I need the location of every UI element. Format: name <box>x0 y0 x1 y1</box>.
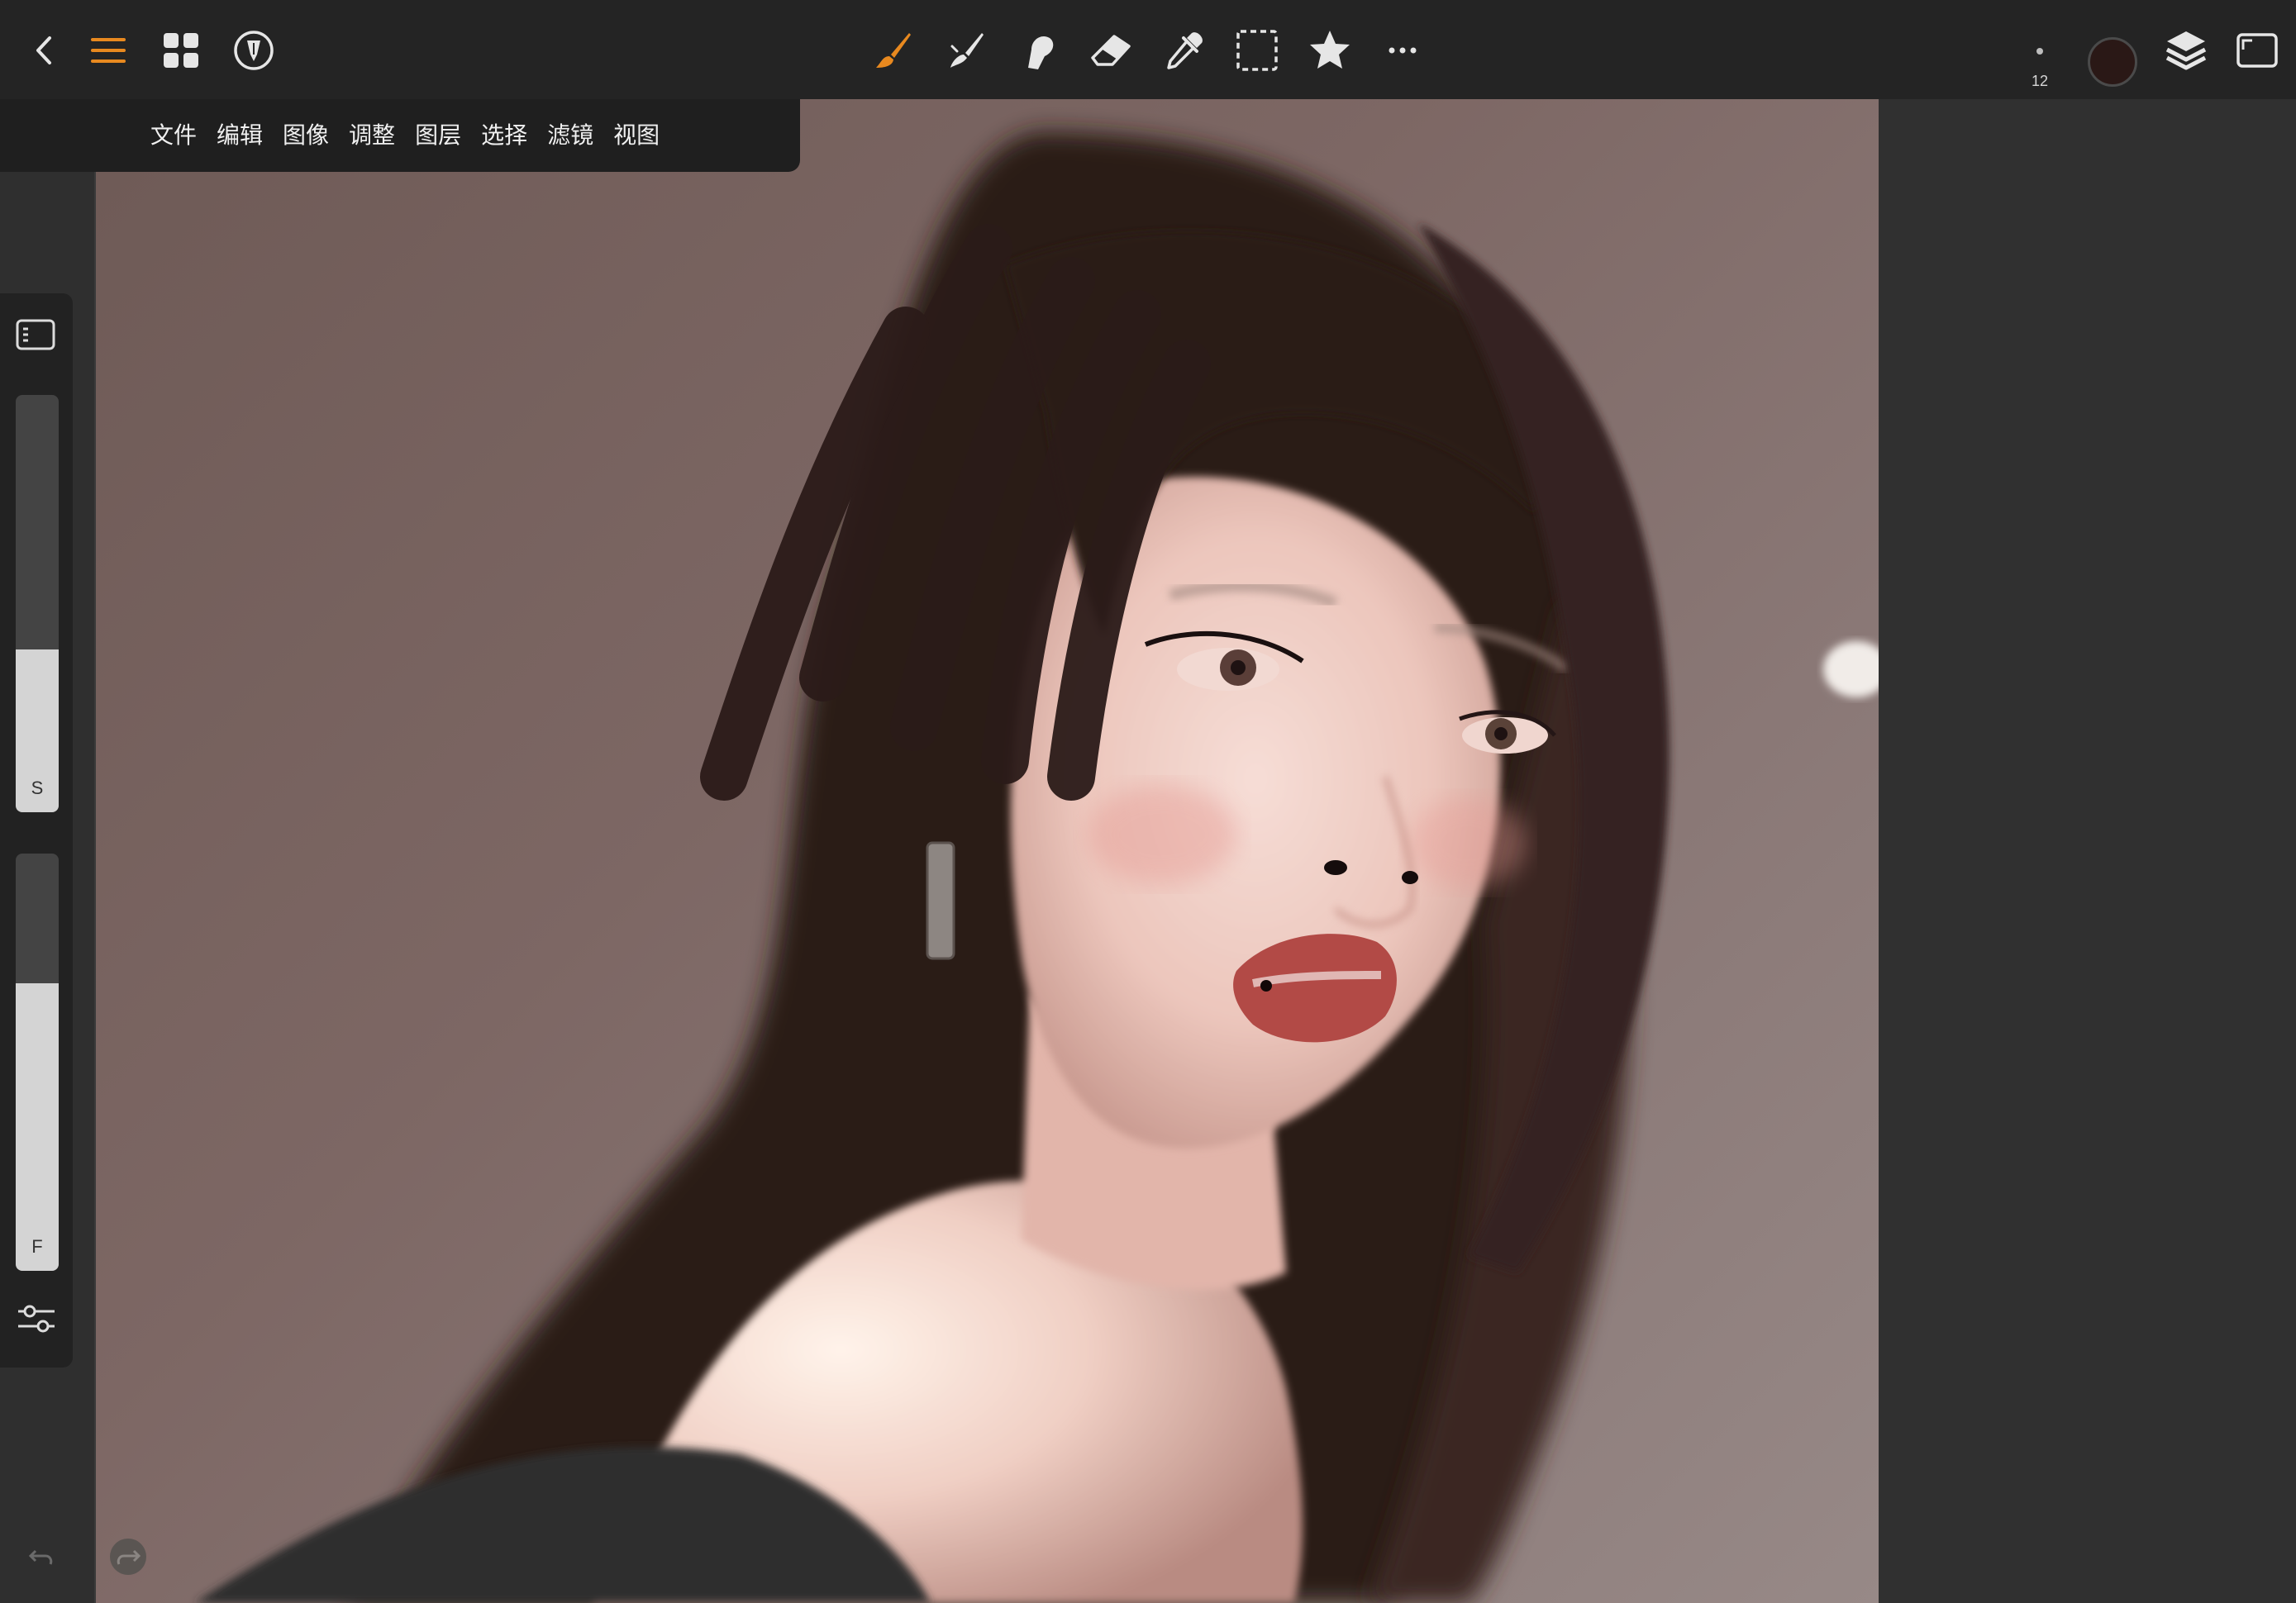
menu-item-view[interactable]: 视图 <box>603 111 669 160</box>
marquee-selection-icon <box>1236 30 1278 71</box>
smudge-icon <box>950 33 984 68</box>
eraser-icon <box>1091 35 1131 66</box>
sidebar-toggle-button[interactable] <box>15 318 58 351</box>
undo-icon <box>28 1549 53 1565</box>
menu-item-adjust[interactable]: 调整 <box>339 111 405 160</box>
size-slider[interactable]: S <box>16 395 59 812</box>
menu-item-file[interactable]: 文件 <box>141 111 207 160</box>
right-empty-panel <box>1879 99 2296 1603</box>
menu-item-filter[interactable]: 滤镜 <box>537 111 603 160</box>
favorites-tool-button[interactable] <box>1304 25 1355 76</box>
sidebar-toggle-icon <box>16 319 55 350</box>
eyedropper-icon <box>1167 32 1203 69</box>
drawing-canvas[interactable] <box>96 99 1879 1603</box>
menu-item-edit[interactable]: 编辑 <box>207 111 273 160</box>
artwork-painting <box>195 132 1879 1603</box>
undo-button[interactable] <box>23 1539 60 1575</box>
size-slider-label: S <box>31 778 44 798</box>
menu-button[interactable] <box>83 25 134 76</box>
redo-button[interactable] <box>110 1539 146 1575</box>
back-button[interactable] <box>18 25 69 76</box>
hamburger-menu-icon <box>91 38 126 63</box>
sliders-icon <box>18 1305 55 1333</box>
blur-finger-icon <box>1028 36 1054 69</box>
blur-tool-button[interactable] <box>1013 25 1065 76</box>
brush-size-value: 12 <box>2031 73 2049 89</box>
redo-icon <box>117 1549 141 1565</box>
smudge-tool-button[interactable] <box>941 25 992 76</box>
menu-item-layer[interactable]: 图层 <box>405 111 471 160</box>
brush-size-indicator[interactable]: 12 <box>2023 41 2056 90</box>
menu-bar: 文件 编辑 图像 调整 图层 选择 滤镜 视图 <box>141 99 669 172</box>
layers-icon <box>2165 31 2207 70</box>
menu-item-image[interactable]: 图像 <box>273 111 339 160</box>
pen-mode-button[interactable] <box>228 25 279 76</box>
eyedropper-tool-button[interactable] <box>1159 25 1210 76</box>
brush-size-dot <box>2036 48 2043 55</box>
flow-slider-fill <box>16 982 59 1271</box>
more-icon <box>1389 47 1417 54</box>
brush-settings-button[interactable] <box>15 1300 58 1338</box>
more-tools-button[interactable] <box>1377 25 1428 76</box>
fullscreen-button[interactable] <box>2232 25 2283 76</box>
star-icon <box>1310 31 1350 69</box>
eraser-tool-button[interactable] <box>1086 25 1137 76</box>
pen-nib-icon <box>234 31 274 70</box>
color-swatch[interactable] <box>2088 37 2137 87</box>
layers-button[interactable] <box>2160 25 2212 76</box>
chevron-left-icon <box>36 36 51 64</box>
brush-sidebar: S F <box>0 293 73 1368</box>
selection-tool-button[interactable] <box>1231 25 1283 76</box>
brush-tool-button[interactable] <box>868 25 919 76</box>
flow-slider-label: F <box>31 1236 43 1257</box>
grid-icon <box>164 33 198 68</box>
paintbrush-icon <box>876 33 911 68</box>
menu-item-select[interactable]: 选择 <box>471 111 537 160</box>
main-menu-panel: 文件 编辑 图像 调整 图层 选择 滤镜 视图 <box>0 99 800 172</box>
gallery-button[interactable] <box>155 25 207 76</box>
flow-slider[interactable]: F <box>16 854 59 1271</box>
top-toolbar <box>0 0 2296 99</box>
fullscreen-icon <box>2236 33 2278 68</box>
